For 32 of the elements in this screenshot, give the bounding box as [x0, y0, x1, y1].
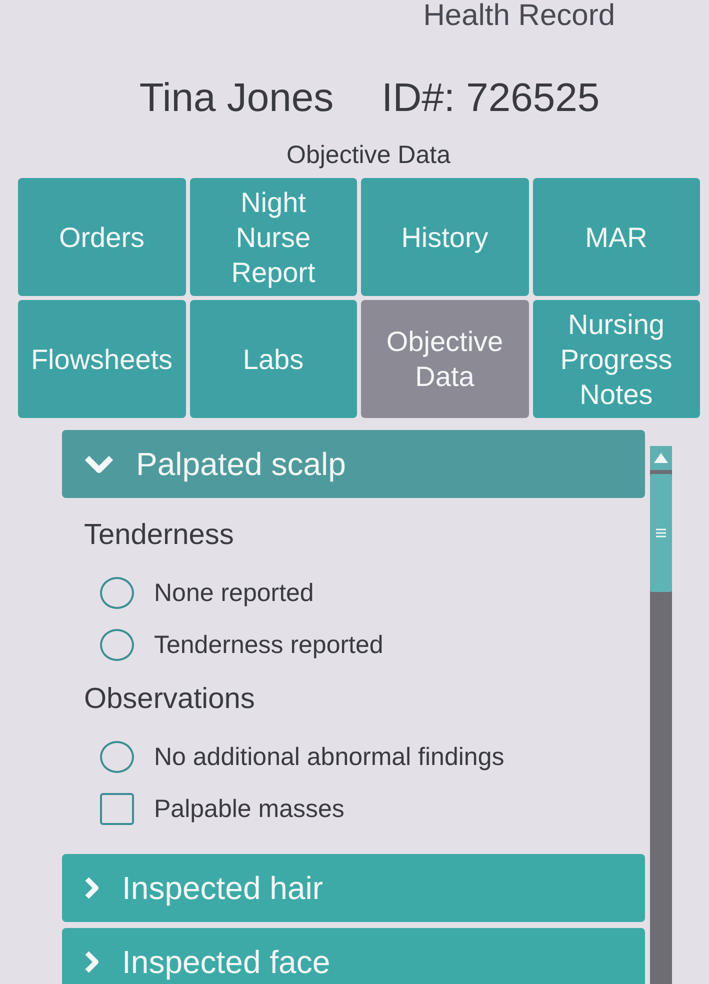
group-label: Tenderness [84, 518, 234, 552]
tab[interactable]: Nursing Progress Notes [532, 300, 700, 418]
tab[interactable]: Labs [190, 300, 357, 418]
scroll-up-button[interactable] [650, 446, 672, 470]
section-header[interactable]: Inspected face [62, 928, 645, 984]
scrollbar-thumb[interactable] [650, 474, 672, 592]
tab[interactable]: History [361, 178, 528, 296]
patient-name: Tina Jones [139, 75, 334, 122]
option-label[interactable]: Palpable masses [154, 794, 344, 824]
grip-lines-icon [656, 528, 666, 538]
patient-id: ID#: 726525 [382, 75, 600, 122]
radio-button[interactable] [100, 741, 134, 773]
app-title: Health Record [423, 0, 615, 32]
chevron-down-icon [84, 453, 114, 475]
tab[interactable]: Objective Data [361, 300, 528, 418]
checkbox[interactable] [100, 793, 134, 825]
chevron-right-icon [84, 876, 100, 900]
up-triangle-icon [654, 453, 668, 463]
chevron-right-icon [84, 950, 100, 974]
section-header[interactable]: Inspected hair [62, 854, 645, 922]
tab[interactable]: MAR [532, 178, 700, 296]
option-label[interactable]: None reported [154, 578, 314, 608]
option-label[interactable]: No additional abnormal findings [154, 742, 504, 772]
radio-button[interactable] [100, 577, 134, 609]
tab[interactable]: Orders [18, 178, 186, 296]
group-label: Observations [84, 682, 255, 716]
section-header[interactable]: Palpated scalp [62, 430, 645, 498]
tab[interactable]: Night Nurse Report [190, 178, 357, 296]
radio-button[interactable] [100, 629, 134, 661]
tab[interactable]: Flowsheets [18, 300, 186, 418]
page-title: Objective Data [286, 140, 450, 170]
option-label[interactable]: Tenderness reported [154, 630, 384, 660]
